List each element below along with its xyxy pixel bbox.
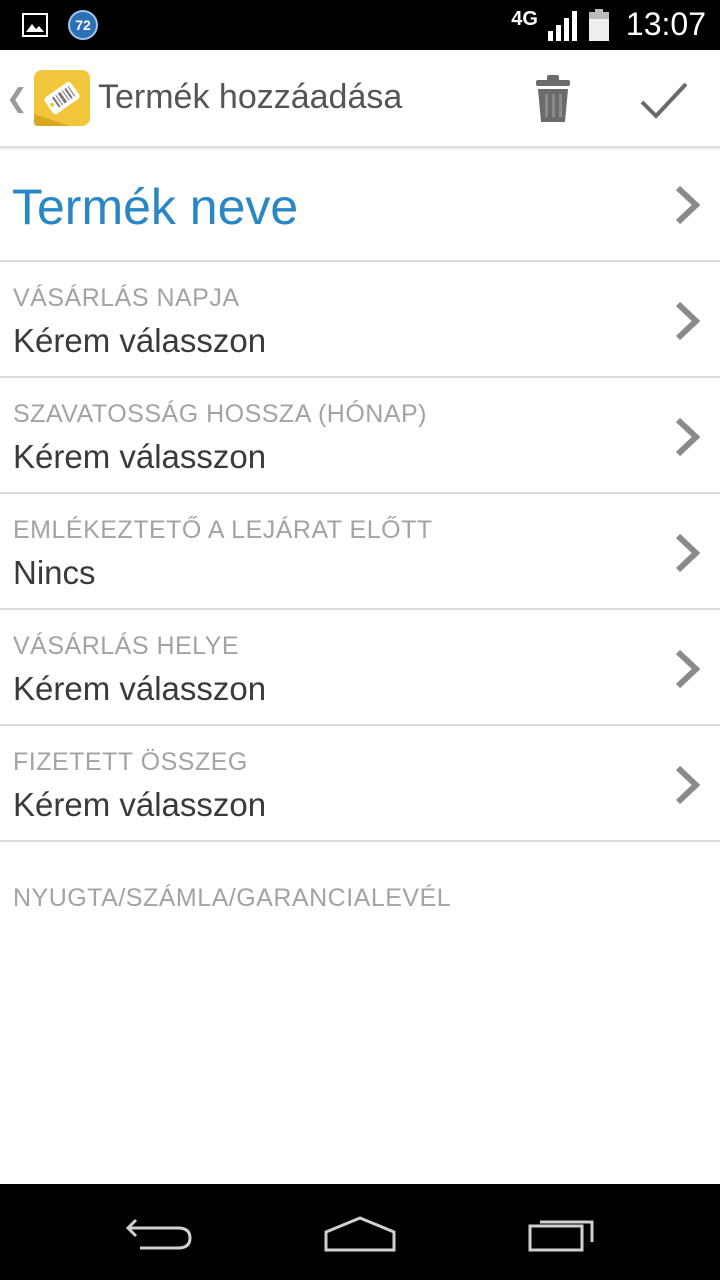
up-button[interactable]: ❮ [6,50,94,146]
back-icon[interactable] [120,1210,200,1256]
product-name-field: Termék neve [12,179,299,235]
chevron-right-icon [675,765,701,805]
notification-badge-icon: 72 [68,10,98,40]
status-bar-system: 4G 13:07 [511,6,706,43]
receipt-section-header: NYUGTA/SZÁMLA/GARANCIALEVÉL [13,884,452,912]
page-title: Termék hozzáadása [98,78,403,116]
checkmark-icon[interactable] [634,70,694,130]
back-caret-icon: ❮ [6,82,28,113]
warranty-length-value: Kérem válasszon [13,438,267,475]
notification-badge-count: 72 [75,17,91,33]
purchase-place-label: VÁSÁRLÁS HELYE [13,632,240,660]
status-bar-notifications: 72 [22,10,98,40]
chevron-right-icon [675,533,701,573]
expiry-reminder-label: EMLÉKEZTETŐ A LEJÁRAT ELŐTT [13,516,433,544]
purchase-date-value: Kérem válasszon [13,322,267,359]
warranty-length-row[interactable]: SZAVATOSSÁG HOSSZA (HÓNAP) Kérem válassz… [0,378,720,494]
amount-paid-row[interactable]: FIZETETT ÖSSZEG Kérem válasszon [0,726,720,842]
chevron-right-icon [675,185,701,225]
trash-icon[interactable] [526,72,580,126]
status-bar: 72 4G 13:07 [0,0,720,50]
expiry-reminder-row[interactable]: EMLÉKEZTETŐ A LEJÁRAT ELŐTT Nincs [0,494,720,610]
battery-icon [588,8,609,41]
recents-icon[interactable] [522,1210,602,1256]
navigation-bar [0,1184,720,1280]
amount-paid-label: FIZETETT ÖSSZEG [13,748,248,776]
purchase-date-label: VÁSÁRLÁS NAPJA [13,284,240,312]
warranty-length-label: SZAVATOSSÁG HOSSZA (HÓNAP) [13,400,428,428]
product-name-row[interactable]: Termék neve [0,148,720,262]
chevron-right-icon [675,417,701,457]
product-form-list: Termék neve VÁSÁRLÁS NAPJA Kérem válassz… [0,148,720,842]
action-bar: ❮ Termék hozzáadása [0,50,720,148]
purchase-place-row[interactable]: VÁSÁRLÁS HELYE Kérem válasszon [0,610,720,726]
purchase-place-value: Kérem válasszon [13,670,267,707]
chevron-right-icon [675,301,701,341]
signal-icon [547,10,577,41]
app-tag-icon [33,70,90,126]
amount-paid-value: Kérem válasszon [13,786,267,823]
gallery-icon [22,13,48,37]
clock: 13:07 [625,6,706,42]
purchase-date-row[interactable]: VÁSÁRLÁS NAPJA Kérem válasszon [0,262,720,378]
network-type: 4G [511,8,538,30]
expiry-reminder-value: Nincs [13,554,96,591]
home-icon[interactable] [320,1210,400,1256]
chevron-right-icon [675,649,701,689]
